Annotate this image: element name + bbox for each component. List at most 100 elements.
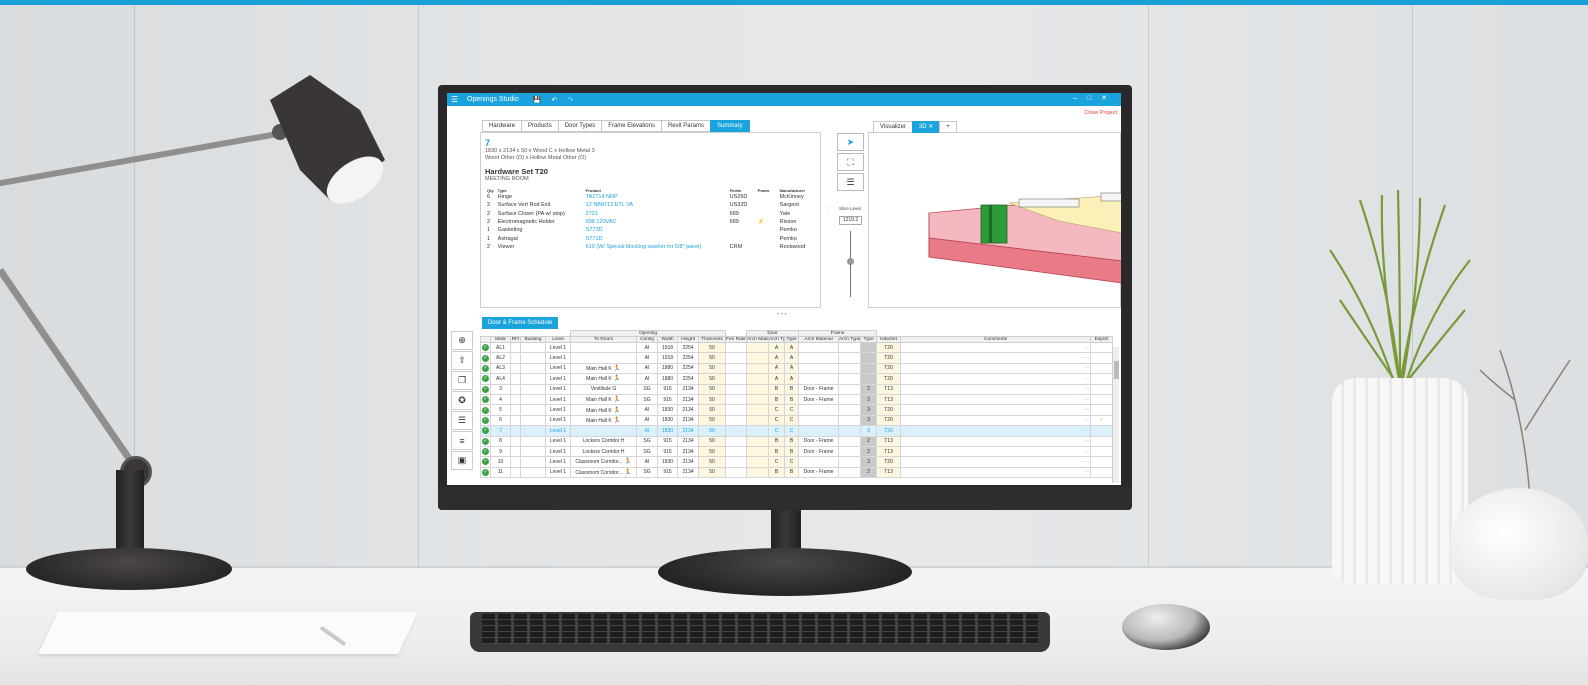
cell-door-arch-type[interactable]: C [768,414,786,427]
cell-hdwset[interactable]: T13 [876,383,902,395]
cell-level[interactable]: Level 1 [544,404,572,416]
hardware-product-link[interactable]: 998 120VAC [584,218,728,226]
cell-building[interactable] [520,383,546,395]
cell-comments[interactable]: ··· [900,393,1092,406]
cell-height[interactable]: 2134 [677,404,700,416]
more-icon[interactable]: ··· [1084,365,1089,371]
cell-frame-arch-material[interactable]: Door - Frame [798,393,840,406]
table-row[interactable]: ✓ 7 Level 1 AI 1830 2134 50 C C 3 T20 ··· [480,425,1114,437]
cell-level[interactable]: Level 1 [544,425,572,437]
cell-mark[interactable]: 5 [490,404,511,416]
cell-height[interactable]: 2254 [677,362,700,375]
scrollbar-thumb[interactable] [1114,361,1119,379]
cell-building[interactable] [520,404,546,416]
cell-thickness[interactable]: 50 [698,466,727,479]
cell-frame-arch-material[interactable] [798,404,840,416]
cell-frame-arch-material[interactable] [798,362,840,375]
cell-height[interactable]: 2134 [677,435,700,447]
cell-config[interactable]: AI [636,404,659,416]
cell-export[interactable] [1090,404,1114,416]
cell-door-arch-type[interactable]: C [768,404,786,416]
select-cursor-icon[interactable]: ➤ [837,133,864,151]
cell-building[interactable] [520,414,546,427]
menu-icon[interactable]: ☰ [451,95,463,104]
cell-door-arch-material[interactable] [746,373,770,385]
cell-comments[interactable]: ··· [900,414,1092,427]
cell-frame-arch-material[interactable] [798,425,840,437]
cell-rfi[interactable] [510,425,521,437]
row-check-cell[interactable]: ✓ [480,404,491,416]
column-header[interactable]: HdwSet [876,336,902,343]
3d-model-view[interactable] [869,133,1121,309]
cell-thickness[interactable]: 50 [698,362,727,375]
cell-door-type[interactable]: B [784,445,800,458]
cell-height[interactable]: 2134 [677,414,700,427]
cell-room[interactable]: Lockers Corridor H [570,445,638,458]
cell-fire-rating[interactable] [725,373,748,385]
cell-height[interactable]: 2134 [677,456,700,468]
filter-icon[interactable]: ≡ [451,431,473,450]
cell-comments[interactable]: ··· [900,383,1092,395]
cell-width[interactable]: 1918 [657,352,679,364]
cell-height[interactable]: 2254 [677,341,700,354]
cell-fire-rating[interactable] [725,466,748,479]
column-header[interactable]: Building [520,336,546,343]
table-row[interactable]: ✓ 6 Level 1 Main Hall K 🏃 AI 1830 2134 50 C C 3 T20… [480,414,1114,427]
cell-frame-arch-type[interactable] [838,466,862,479]
row-check-cell[interactable]: ✓ [480,414,491,427]
cell-config[interactable]: SG [636,435,659,447]
cell-fire-rating[interactable] [725,404,748,416]
add-tab-button[interactable]: + [939,121,957,133]
cell-rfi[interactable] [510,341,521,354]
cell-door-type[interactable]: B [784,435,800,447]
cell-building[interactable] [520,435,546,447]
cell-comments[interactable]: ··· [900,425,1092,437]
cell-door-arch-type[interactable]: C [768,425,786,437]
cell-thickness[interactable]: 50 [698,341,727,354]
cell-door-arch-type[interactable]: C [768,456,786,468]
cell-door-arch-material[interactable] [746,352,770,364]
cell-comments[interactable]: ··· [900,341,1092,354]
cell-comments[interactable]: ··· [900,404,1092,416]
cell-thickness[interactable]: 50 [698,445,727,458]
zoom-fit-icon[interactable]: ⛶ [837,153,864,171]
cell-hdwset[interactable]: T20 [876,341,902,354]
cell-building[interactable] [520,352,546,364]
cell-door-arch-type[interactable]: B [768,466,786,479]
import-icon[interactable]: ⊕ [451,331,473,350]
cell-frame-arch-material[interactable]: Door - Frame [798,445,840,458]
cell-door-arch-material[interactable] [746,466,770,479]
cell-door-arch-material[interactable] [746,393,770,406]
cell-door-arch-type[interactable]: A [768,341,786,354]
cell-width[interactable]: 915 [657,435,679,447]
cell-door-type[interactable]: C [784,425,800,437]
cell-frame-arch-type[interactable] [838,445,862,458]
cell-mark[interactable]: 10 [490,456,511,468]
cell-mark[interactable]: 9 [490,445,511,458]
cell-width[interactable]: 915 [657,466,679,479]
cell-mark[interactable]: 4 [490,393,511,406]
row-check-cell[interactable]: ✓ [480,352,491,364]
more-icon[interactable]: ··· [1084,438,1089,444]
cell-door-arch-material[interactable] [746,404,770,416]
cell-fire-rating[interactable] [725,425,748,437]
cell-level[interactable]: Level 1 [544,445,572,458]
row-check-cell[interactable]: ✓ [480,466,491,479]
list-icon[interactable]: ☰ [837,173,864,191]
cell-rfi[interactable] [510,445,521,458]
cell-mark[interactable]: AL3 [490,362,511,375]
row-check-cell[interactable]: ✓ [480,425,491,437]
cell-width[interactable]: 1830 [657,404,679,416]
row-check-cell[interactable]: ✓ [480,373,491,385]
redo-icon[interactable]: ↷ [567,96,573,104]
cell-rfi[interactable] [510,383,521,395]
cell-config[interactable]: AI [636,414,659,427]
cell-level[interactable]: Level 1 [544,383,572,395]
cell-room[interactable] [570,425,638,437]
cell-width[interactable]: 1830 [657,414,679,427]
cell-frame-arch-type[interactable] [838,352,862,364]
tab-summary[interactable]: Summary [709,120,750,132]
cell-door-type[interactable]: A [784,373,800,385]
cell-fire-rating[interactable] [725,445,748,458]
cell-export[interactable] [1090,373,1114,385]
